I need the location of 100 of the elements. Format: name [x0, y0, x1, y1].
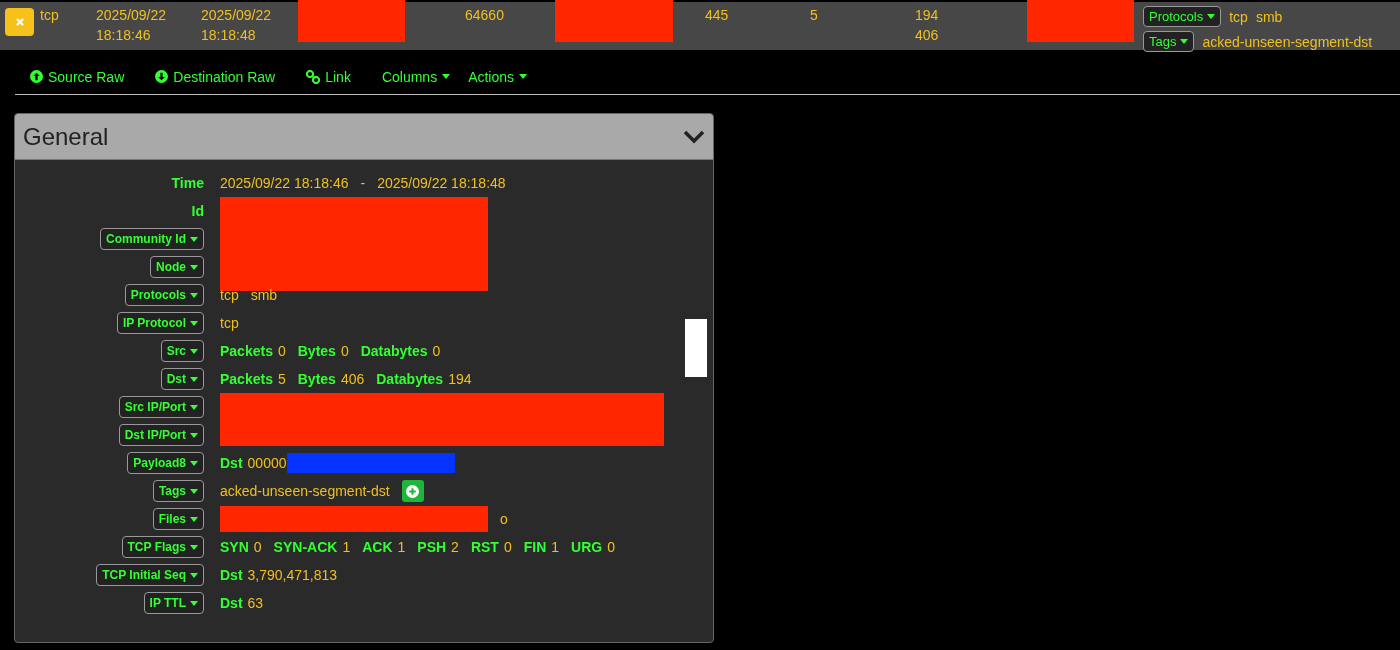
field-menu-button[interactable]: Tags	[152, 480, 204, 502]
field-key: Bytes	[297, 371, 336, 387]
field-key: SYN	[220, 539, 249, 555]
field-menu-button[interactable]: Src	[160, 340, 204, 362]
field-menu-button[interactable]: Tags	[1143, 31, 1195, 52]
table-cell-text: 194	[915, 6, 939, 25]
field-value: 3,790,471,813	[247, 567, 338, 583]
field-value: 2025/09/22 18:18:48	[377, 175, 506, 191]
caret-icon	[190, 432, 198, 438]
caret-icon	[190, 320, 198, 326]
field-menu-button[interactable]: Files	[152, 508, 204, 530]
field-menu-button[interactable]: Node	[150, 256, 204, 278]
field-menu-button[interactable]: Dst IP/Port	[118, 424, 204, 446]
field-value: -	[360, 175, 366, 191]
nav-link[interactable]: Link	[306, 65, 351, 88]
caret-icon	[190, 264, 198, 270]
caret-icon	[190, 236, 198, 242]
chevron-icon[interactable]	[683, 129, 705, 144]
field-value: 0	[503, 539, 512, 555]
plus-circle-icon	[406, 484, 420, 498]
caret-icon	[190, 460, 198, 466]
dropdown-menu[interactable]: Columns	[381, 65, 451, 88]
field-key: Packets	[220, 371, 273, 387]
field-value[interactable]: acked-unseen-segment-dst	[1202, 33, 1373, 50]
field-value: 0	[340, 343, 349, 359]
field-key: PSH	[417, 539, 447, 555]
field-menu-button[interactable]: Payload8	[127, 452, 204, 474]
field-value: 1	[342, 539, 351, 555]
link-icon	[306, 69, 321, 84]
caret-icon	[190, 488, 198, 494]
field-value: 2025/09/22 18:18:46	[220, 175, 349, 191]
field-value: 00000	[247, 455, 287, 471]
dropdown-menu[interactable]: Actions	[468, 65, 528, 88]
caret-icon	[190, 572, 198, 578]
field-key: Dst	[220, 595, 243, 611]
field-key: URG	[571, 539, 603, 555]
field-key: SYN-ACK	[273, 539, 338, 555]
caret-icon	[519, 74, 528, 79]
table-cell-text: 2025/09/22	[96, 6, 167, 25]
field-menu-button[interactable]: TCP Flags	[121, 536, 204, 558]
caret-icon	[190, 600, 198, 606]
panel-title: General	[23, 122, 109, 151]
field-menu-button[interactable]: IP Protocol	[116, 312, 204, 334]
field-key: Bytes	[297, 343, 336, 359]
table-cell-text: 18:18:48	[201, 26, 256, 45]
field-key: Packets	[220, 343, 273, 359]
table-cell-text: 5	[810, 6, 818, 25]
field-label: Time	[171, 175, 204, 191]
table-cell-text: 64660	[465, 6, 504, 25]
field-menu-button[interactable]: IP TTL	[143, 592, 204, 614]
field-value: smb	[250, 287, 278, 303]
field-value[interactable]: smb	[1255, 8, 1283, 25]
caret-icon	[190, 404, 198, 410]
field-value: 0	[277, 343, 286, 359]
field-value: 194	[448, 371, 472, 387]
add-tag-button[interactable]	[401, 480, 424, 502]
caret-icon	[1180, 39, 1189, 44]
nav-link[interactable]: Source Raw	[30, 65, 125, 88]
table-cell-text: tcp	[40, 6, 59, 25]
field-value: tcp	[220, 287, 239, 303]
field-value: 0	[607, 539, 615, 555]
field-value: 0	[432, 343, 441, 359]
caret-icon	[442, 74, 451, 79]
scrollbar-thumb[interactable]	[685, 319, 707, 377]
arrow-down-circle-icon	[155, 70, 169, 83]
field-menu-button[interactable]: Protocols	[124, 284, 204, 306]
field-menu-button[interactable]: Community Id	[100, 228, 204, 250]
field-value: 1	[551, 539, 560, 555]
caret-icon	[190, 544, 198, 550]
field-value: o	[500, 511, 508, 527]
field-value: tcp	[220, 315, 239, 331]
caret-icon	[190, 516, 198, 522]
field-value[interactable]: tcp	[1229, 8, 1248, 25]
table-cell-text: 445	[705, 6, 729, 25]
field-value: 406	[340, 371, 365, 387]
field-value: 2	[451, 539, 459, 555]
field-key: ACK	[362, 539, 393, 555]
table-cell-text: 406	[915, 26, 939, 45]
table-cell-text: 2025/09/22	[201, 6, 272, 25]
arrow-up-circle-icon	[30, 70, 43, 83]
field-menu-button[interactable]: Dst	[160, 368, 204, 390]
caret-icon	[190, 348, 198, 354]
caret-icon	[1207, 14, 1216, 19]
table-cell-text: 18:18:46	[96, 26, 151, 45]
close-icon	[14, 17, 25, 27]
field-menu-button[interactable]: Src IP/Port	[118, 396, 204, 418]
field-value: 5	[277, 371, 286, 387]
field-value: 1	[397, 539, 406, 555]
field-key: Databytes	[360, 343, 428, 359]
caret-icon	[190, 292, 198, 298]
field-label: Id	[191, 203, 204, 219]
field-menu-button[interactable]: TCP Initial Seq	[96, 564, 204, 586]
field-value: acked-unseen-segment-dst	[220, 483, 390, 499]
field-menu-button[interactable]: Protocols	[1143, 6, 1222, 27]
field-key: FIN	[523, 539, 547, 555]
field-value: 0	[253, 539, 262, 555]
field-key: Databytes	[376, 371, 444, 387]
nav-link[interactable]: Destination Raw	[155, 65, 276, 88]
field-key: Dst	[220, 567, 243, 583]
caret-icon	[190, 376, 198, 382]
